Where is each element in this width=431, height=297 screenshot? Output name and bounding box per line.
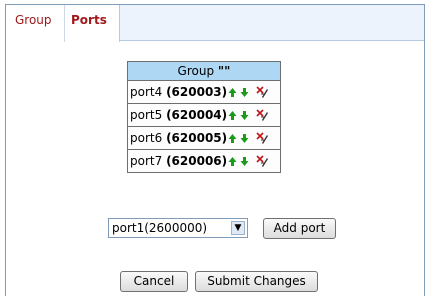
port-name: port6 bbox=[130, 130, 163, 145]
tab-ports[interactable]: Ports bbox=[64, 5, 120, 42]
port-id: (620006) bbox=[166, 153, 228, 168]
cancel-button[interactable]: Cancel bbox=[120, 271, 188, 292]
table-row: port7 (620006) bbox=[127, 149, 281, 173]
tab-group[interactable]: Group bbox=[6, 5, 64, 41]
port-cell: port5 (620004) bbox=[127, 103, 281, 127]
table-header-row: Group "" bbox=[127, 61, 281, 81]
port-id: (620003) bbox=[166, 84, 228, 99]
delete-icon[interactable] bbox=[255, 85, 269, 99]
table-header: Group "" bbox=[127, 61, 281, 81]
move-down-icon[interactable] bbox=[240, 133, 249, 144]
move-up-icon[interactable] bbox=[228, 87, 237, 98]
row-actions bbox=[228, 154, 269, 168]
table-row: port6 (620005) bbox=[127, 126, 281, 150]
row-actions bbox=[228, 108, 269, 122]
move-down-icon[interactable] bbox=[240, 87, 249, 98]
chevron-down-icon[interactable]: ▼ bbox=[231, 221, 245, 235]
delete-icon[interactable] bbox=[255, 108, 269, 122]
port-cell: port6 (620005) bbox=[127, 126, 281, 150]
port-cell: port4 (620003) bbox=[127, 80, 281, 104]
move-down-icon[interactable] bbox=[240, 156, 249, 167]
port-id: (620004) bbox=[166, 107, 228, 122]
port-select-value: port1(2600000) bbox=[112, 221, 208, 235]
move-down-icon[interactable] bbox=[240, 110, 249, 121]
table-row: port5 (620004) bbox=[127, 103, 281, 127]
row-actions bbox=[228, 131, 269, 145]
port-name: port5 bbox=[130, 107, 163, 122]
port-name: port7 bbox=[130, 153, 163, 168]
move-up-icon[interactable] bbox=[228, 156, 237, 167]
port-select[interactable]: port1(2600000) ▼ bbox=[108, 218, 248, 238]
move-up-icon[interactable] bbox=[228, 110, 237, 121]
header-group-name: "" bbox=[217, 64, 231, 78]
tab-bar: Group Ports bbox=[6, 5, 424, 42]
port-id: (620005) bbox=[166, 130, 228, 145]
table-row: port4 (620003) bbox=[127, 80, 281, 104]
port-cell: port7 (620006) bbox=[127, 149, 281, 173]
row-actions bbox=[228, 85, 269, 99]
delete-icon[interactable] bbox=[255, 154, 269, 168]
header-prefix: Group bbox=[177, 64, 215, 78]
move-up-icon[interactable] bbox=[228, 133, 237, 144]
submit-changes-button[interactable]: Submit Changes bbox=[195, 271, 318, 292]
ports-table: Group "" port4 (620003) port5 (620004) por… bbox=[127, 61, 281, 173]
port-name: port4 bbox=[130, 84, 163, 99]
add-port-button[interactable]: Add port bbox=[263, 218, 336, 239]
delete-icon[interactable] bbox=[255, 131, 269, 145]
